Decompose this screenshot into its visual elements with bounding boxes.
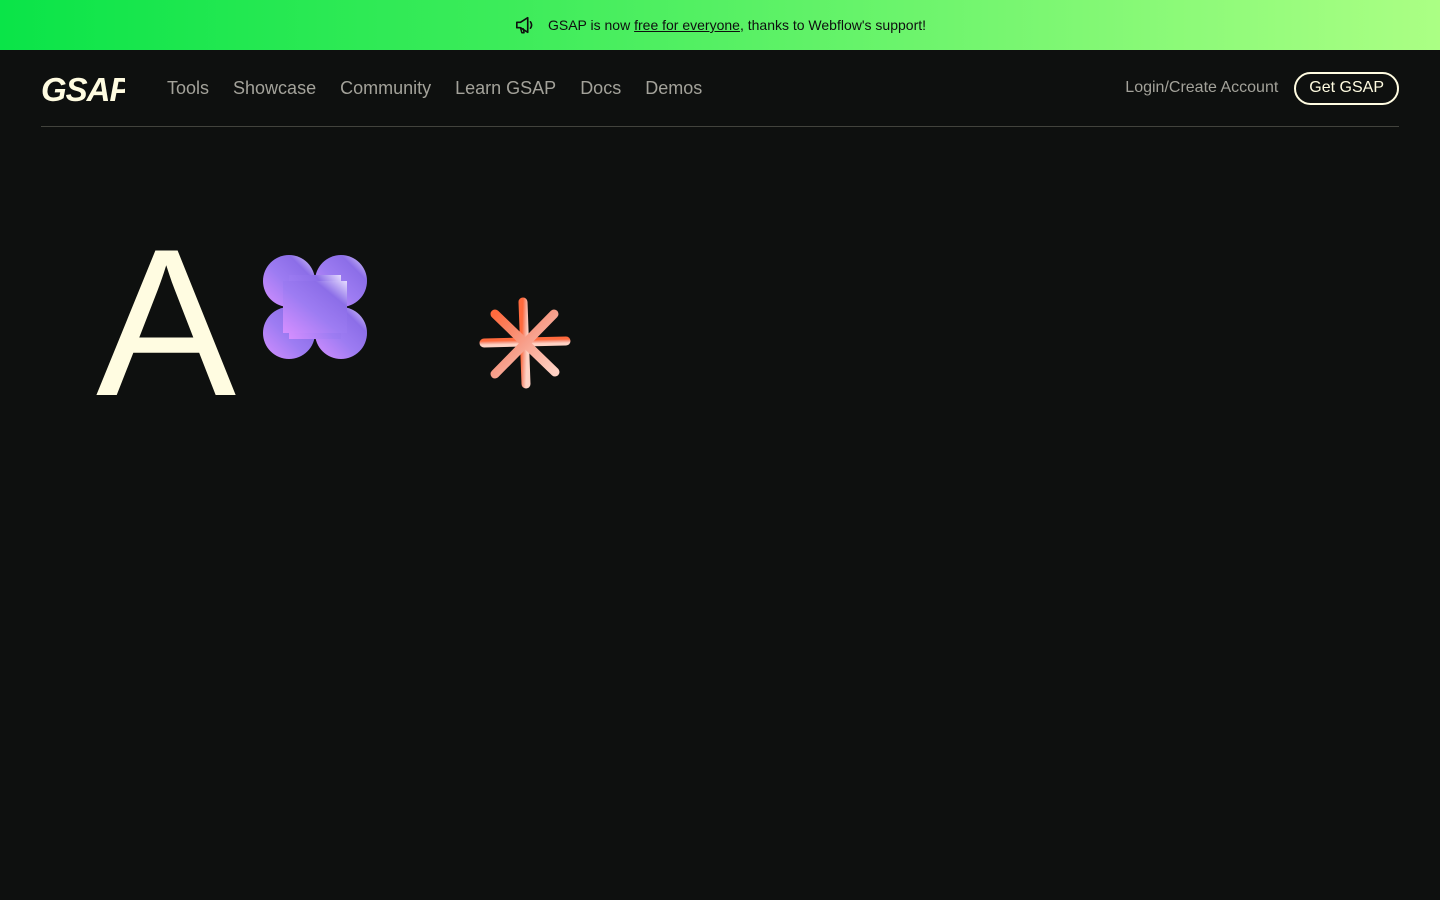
nav-link-learn-gsap[interactable]: Learn GSAP [455, 78, 556, 99]
hero-letter: A [96, 205, 237, 440]
nav-link-showcase[interactable]: Showcase [233, 78, 316, 99]
nav-link-community[interactable]: Community [340, 78, 431, 99]
hero-graphic: A [96, 218, 596, 428]
announcement-bar: GSAP is now free for everyone, thanks to… [0, 0, 1440, 50]
announcement-prefix: GSAP is now [547, 17, 635, 33]
nav-links: Tools Showcase Community Learn GSAP Docs… [167, 78, 702, 99]
nav-link-tools[interactable]: Tools [167, 78, 209, 99]
login-link[interactable]: Login/Create Account [1125, 79, 1278, 97]
nav-right: Login/Create Account Get GSAP [1125, 71, 1399, 105]
announcement-suffix: , thanks to Webflow's support! [739, 17, 927, 33]
flower-shape [263, 255, 367, 359]
asterisk-shape [479, 297, 571, 389]
main-nav: GSAP Tools Showcase Community Learn GSAP… [41, 50, 1399, 127]
nav-link-demos[interactable]: Demos [645, 78, 702, 99]
free-for-everyone-link[interactable]: free for everyone [634, 17, 740, 33]
logo-text: GSAP [41, 72, 125, 104]
megaphone-icon [515, 16, 533, 34]
nav-link-docs[interactable]: Docs [580, 78, 621, 99]
gsap-logo[interactable]: GSAP [41, 72, 125, 104]
get-gsap-button[interactable]: Get GSAP [1294, 71, 1399, 105]
gsap-logo-icon: GSAP [41, 72, 125, 104]
announcement-text: GSAP is now free for everyone, thanks to… [548, 17, 926, 33]
